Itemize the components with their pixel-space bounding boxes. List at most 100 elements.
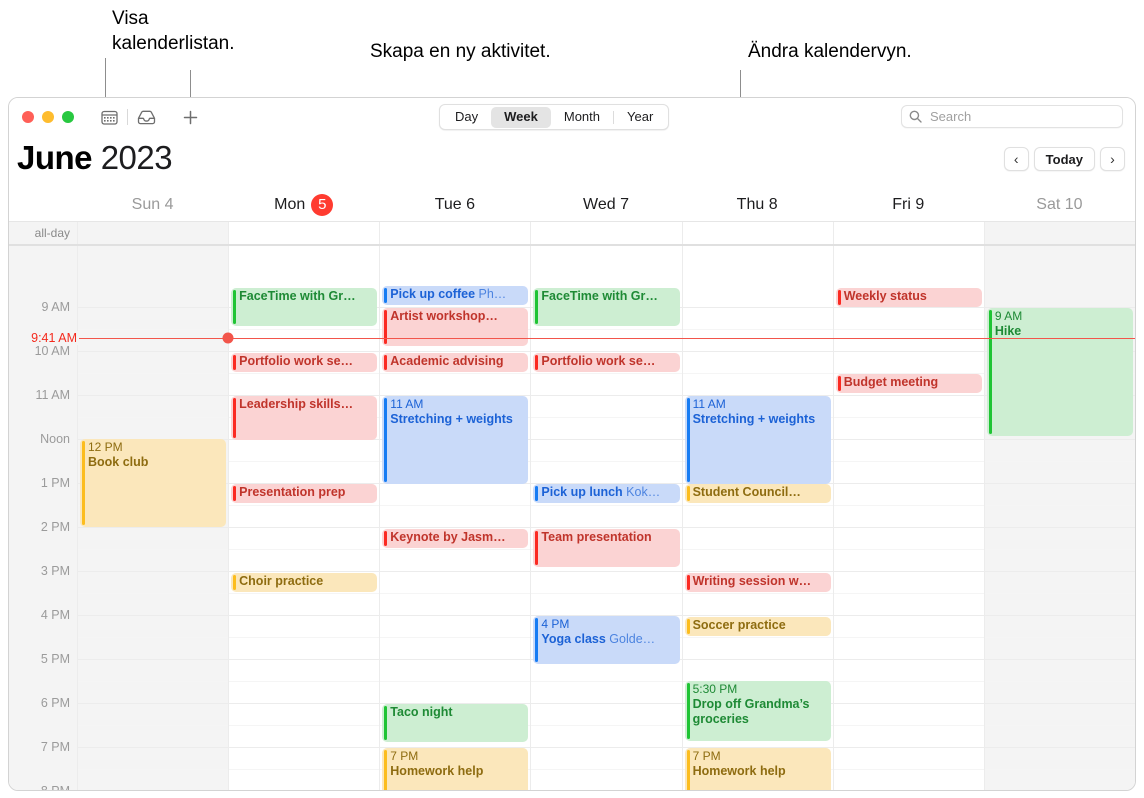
day-column-mon[interactable]: FaceTime with Gr… Portfolio work se… Leade… — [228, 246, 380, 790]
day-label: Sat 10 — [1036, 195, 1083, 213]
hour-gridline — [380, 527, 531, 528]
event-title: Academic advising — [390, 354, 504, 368]
prev-week-button[interactable]: ‹ — [1003, 147, 1029, 171]
half-hour-gridline — [833, 417, 984, 418]
half-hour-gridline — [229, 637, 380, 638]
event-title: Budget meeting — [843, 375, 939, 389]
all-day-cell-fri[interactable] — [832, 222, 984, 244]
day-header-thu[interactable]: Thu 8 — [682, 188, 833, 221]
day-column-tue[interactable]: Pick up coffee Ph… Artist workshop… Academ… — [379, 246, 531, 790]
close-button[interactable] — [22, 111, 34, 123]
calendar-event[interactable]: 7 PM Homework help — [684, 748, 831, 790]
half-hour-gridline — [380, 505, 531, 506]
half-hour-gridline — [984, 725, 1135, 726]
half-hour-gridline — [229, 769, 380, 770]
hour-gridline — [833, 571, 984, 572]
calendar-event[interactable]: 12 PM Book club — [80, 439, 227, 527]
today-button[interactable]: Today — [1033, 147, 1095, 171]
calendar-event[interactable]: Weekly status — [835, 288, 982, 307]
minimize-button[interactable] — [42, 111, 54, 123]
day-header-sat[interactable]: Sat 10 — [984, 188, 1135, 221]
event-color-bar — [535, 355, 539, 370]
hour-label: 5 PM — [40, 652, 70, 666]
half-hour-gridline — [984, 593, 1135, 594]
hour-label: 2 PM — [40, 520, 70, 534]
calendar-event[interactable]: 4 PM Yoga class Golde… — [533, 616, 680, 664]
half-hour-gridline — [78, 681, 229, 682]
calendar-event[interactable]: 11 AM Stretching + weights — [382, 396, 529, 484]
calendar-event[interactable]: Artist workshop… — [382, 308, 529, 346]
tab-year[interactable]: Year — [614, 107, 666, 128]
calendar-event[interactable]: Portfolio work se… — [533, 353, 680, 372]
event-title: Portfolio work se… — [239, 354, 354, 368]
all-day-cell-wed[interactable] — [530, 222, 681, 244]
day-column-sat[interactable]: 9 AM Hike — [983, 246, 1135, 790]
calendar-event[interactable]: FaceTime with Gr… — [533, 288, 680, 326]
half-hour-gridline — [531, 725, 682, 726]
zoom-button[interactable] — [62, 111, 74, 123]
all-day-cell-thu[interactable] — [681, 222, 833, 244]
half-hour-gridline — [531, 505, 682, 506]
event-time: 11 AM — [692, 397, 726, 411]
calendar-event[interactable]: Budget meeting — [835, 374, 982, 393]
search-field[interactable] — [901, 105, 1123, 128]
toolbar-divider — [127, 109, 128, 125]
calendar-event[interactable]: 9 AM Hike — [986, 308, 1133, 436]
calendar-event[interactable]: FaceTime with Gr… — [231, 288, 378, 326]
tab-month[interactable]: Month — [551, 107, 613, 128]
hour-gridline — [78, 571, 229, 572]
half-hour-gridline — [229, 373, 380, 374]
day-header-mon[interactable]: Mon 5 — [228, 188, 379, 221]
event-time: 11 AM — [390, 397, 424, 411]
event-color-bar — [535, 486, 539, 501]
day-column-thu[interactable]: 11 AM Stretching + weights Student Council… — [681, 246, 833, 790]
sidebar-toggle[interactable] — [94, 104, 124, 130]
today-badge: 5 — [311, 193, 334, 216]
event-location: Golde… — [605, 632, 656, 646]
day-header-fri[interactable]: Fri 9 — [833, 188, 984, 221]
calendar-event[interactable]: 5:30 PM Drop off Grandma’s groceries — [684, 681, 831, 741]
all-day-cell-tue[interactable] — [379, 222, 530, 244]
day-header-tue[interactable]: Tue 6 — [379, 188, 530, 221]
half-hour-gridline — [833, 725, 984, 726]
event-color-bar — [384, 355, 388, 370]
day-column-sun[interactable]: 12 PM Book club — [77, 246, 229, 790]
half-hour-gridline — [833, 681, 984, 682]
calendar-event[interactable]: 7 PM Homework help — [382, 748, 529, 790]
calendar-event[interactable]: Taco night — [382, 704, 529, 742]
day-column-wed[interactable]: FaceTime with Gr… Portfolio work se… Pick … — [530, 246, 682, 790]
tab-week[interactable]: Week — [491, 106, 551, 128]
calendar-event[interactable]: Writing session w… — [684, 573, 831, 592]
calendar-event[interactable]: Keynote by Jasm… — [382, 529, 529, 548]
all-day-cell-sun[interactable] — [77, 222, 229, 244]
calendar-event[interactable]: Portfolio work se… — [231, 353, 378, 372]
tab-day[interactable]: Day — [442, 107, 491, 128]
calendar-event[interactable]: Team presentation — [533, 529, 680, 567]
hour-label: 7 PM — [40, 740, 70, 754]
hour-gridline — [984, 439, 1135, 440]
calendar-event[interactable]: Academic advising — [382, 353, 529, 372]
calendar-event[interactable]: 11 AM Stretching + weights — [684, 396, 831, 484]
calendar-event[interactable]: Pick up coffee Ph… — [382, 286, 529, 305]
half-hour-gridline — [78, 549, 229, 550]
calendar-event[interactable]: Soccer practice — [684, 617, 831, 636]
view-segmented-control[interactable]: Day Week Month Year — [439, 104, 670, 130]
hour-gridline — [833, 395, 984, 396]
day-column-fri[interactable]: Weekly status Budget meeting — [832, 246, 984, 790]
inbox-button[interactable] — [131, 104, 161, 130]
day-header-wed[interactable]: Wed 7 — [530, 188, 681, 221]
calendar-event[interactable]: Choir practice — [231, 573, 378, 592]
next-week-button[interactable]: › — [1100, 147, 1125, 171]
calendar-event[interactable]: Student Council… — [684, 484, 831, 503]
half-hour-gridline — [984, 549, 1135, 550]
calendar-event[interactable]: Pick up lunch Kok… — [533, 484, 680, 503]
calendar-event[interactable]: Presentation prep — [231, 484, 378, 503]
search-input[interactable] — [928, 108, 1102, 125]
new-event-button[interactable] — [175, 104, 205, 130]
day-header-sun[interactable]: Sun 4 — [77, 188, 228, 221]
hour-gridline — [833, 747, 984, 748]
half-hour-gridline — [229, 681, 380, 682]
all-day-cell-sat[interactable] — [983, 222, 1135, 244]
calendar-event[interactable]: Leadership skills… — [231, 396, 378, 440]
all-day-cell-mon[interactable] — [228, 222, 379, 244]
